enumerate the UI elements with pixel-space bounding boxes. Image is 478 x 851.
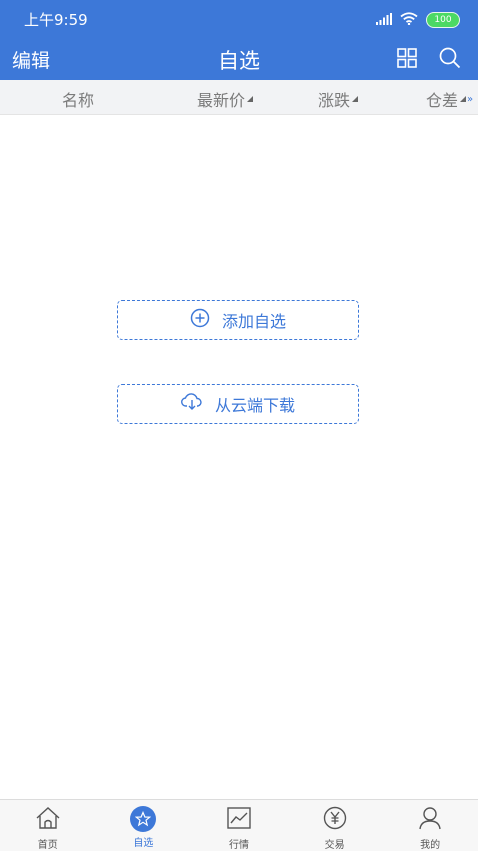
- signal-icon: [376, 10, 392, 29]
- status-time: 上午9:59: [24, 11, 88, 29]
- star-icon: [130, 806, 157, 832]
- column-position-diff-label: 仓差: [426, 91, 459, 110]
- tab-market[interactable]: 行情: [191, 800, 287, 851]
- column-name-label: 名称: [62, 91, 95, 110]
- wifi-icon: [400, 10, 418, 29]
- sort-indicator-icon: [460, 96, 467, 102]
- cloud-download-label: 从云端下载: [214, 396, 295, 415]
- add-watchlist-label: 添加自选: [221, 312, 286, 331]
- column-change[interactable]: 涨跌: [318, 87, 359, 111]
- user-icon: [417, 806, 443, 834]
- plus-circle-icon: [190, 308, 222, 332]
- column-header: 名称 最新价 涨跌 仓差 »: [0, 80, 478, 115]
- home-icon: [35, 806, 61, 834]
- tab-profile-label: 我的: [420, 840, 441, 851]
- column-latest-price-label: 最新价: [197, 91, 246, 110]
- cloud-download-button[interactable]: 从云端下载: [117, 384, 359, 424]
- sort-indicator-icon: [247, 96, 254, 102]
- cloud-download-icon: [181, 393, 215, 415]
- sort-indicator-icon: [352, 96, 359, 102]
- tab-watchlist[interactable]: 自选: [96, 800, 192, 851]
- tab-profile[interactable]: 我的: [382, 800, 478, 851]
- battery-icon: 100: [426, 11, 460, 28]
- scroll-right-icon: »: [467, 93, 473, 105]
- nav-bar: 编辑 自选: [0, 36, 478, 80]
- bottom-tab-bar: 首页 自选 行情 交易 我的: [0, 799, 478, 851]
- yen-icon: [322, 806, 348, 834]
- chart-icon: [226, 806, 252, 834]
- tab-trade[interactable]: 交易: [287, 800, 383, 851]
- status-icons: 100: [376, 10, 460, 29]
- tab-trade-label: 交易: [324, 840, 345, 851]
- search-icon[interactable]: [438, 46, 462, 74]
- column-change-label: 涨跌: [318, 91, 351, 110]
- status-bar: 上午9:59 100: [0, 0, 478, 36]
- tab-home-label: 首页: [37, 840, 58, 851]
- tab-home[interactable]: 首页: [0, 800, 96, 851]
- add-watchlist-button[interactable]: 添加自选: [117, 300, 359, 340]
- column-position-diff[interactable]: 仓差 »: [426, 87, 473, 111]
- column-latest-price[interactable]: 最新价: [197, 87, 254, 111]
- tab-market-label: 行情: [228, 840, 249, 851]
- tab-watchlist-label: 自选: [133, 838, 154, 849]
- grid-icon[interactable]: [396, 47, 418, 73]
- column-name[interactable]: 名称: [62, 87, 94, 111]
